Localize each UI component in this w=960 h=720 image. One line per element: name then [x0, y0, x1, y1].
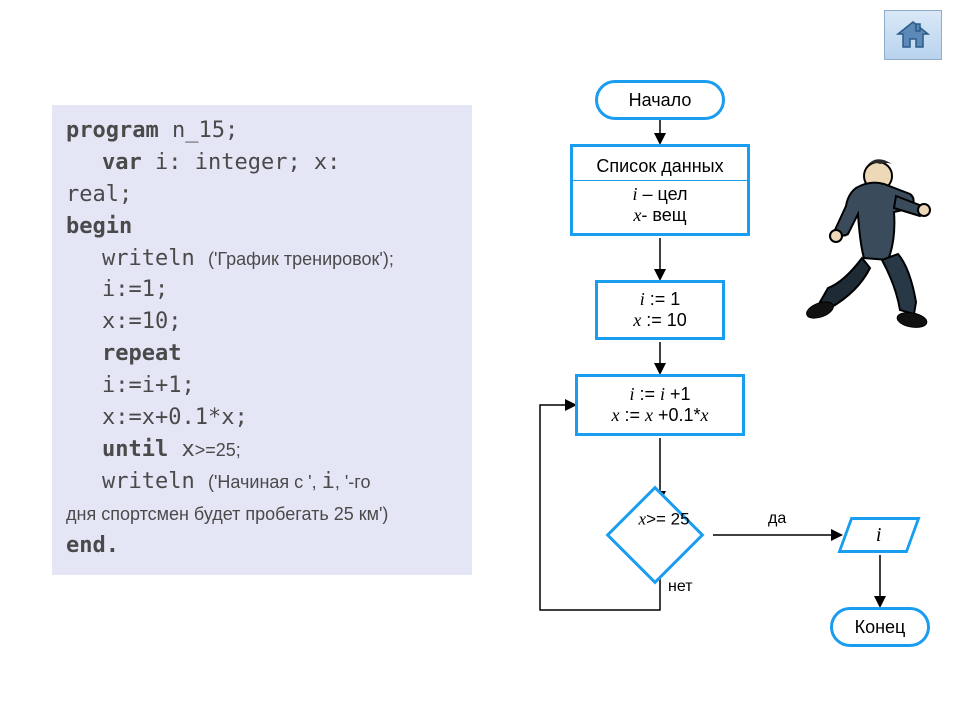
runner-image — [800, 150, 940, 340]
code-line-3: real; — [66, 179, 458, 211]
flow-decision-label: x>= 25 — [639, 509, 703, 529]
flow-end: Конец — [830, 607, 930, 647]
home-icon — [896, 20, 930, 50]
code-line-8: repeat — [66, 338, 458, 370]
flow-data-row1: i – цел — [632, 184, 687, 205]
flow-loop-row2: x := x +0.1*x — [611, 405, 708, 426]
code-panel: program n_15; var i: integer; x: real; b… — [52, 105, 472, 575]
flow-decision-wrap: x>= 25 — [620, 500, 690, 570]
flow-loop-body: i := i +1 x := x +0.1*x — [575, 374, 745, 436]
code-line-1: program n_15; — [66, 115, 458, 147]
code-line-6: i:=1; — [66, 274, 458, 306]
code-line-11: until x>=25; — [66, 434, 458, 466]
code-line-14: end. — [66, 530, 458, 562]
code-line-13: дня спортсмен будет пробегать 25 км') — [66, 498, 458, 530]
flow-decision: x>= 25 — [606, 486, 705, 585]
flow-data-title: Список данных — [596, 156, 723, 177]
code-line-5: writeln ('График тренировок'); — [66, 243, 458, 275]
flow-output: i — [837, 517, 920, 553]
code-line-9: i:=i+1; — [66, 370, 458, 402]
flow-data-row2: x- вещ — [633, 205, 686, 226]
code-line-12: writeln ('Начиная с ', i, '-го — [66, 466, 458, 498]
code-line-7: x:=10; — [66, 306, 458, 338]
flow-data-list: Список данных i – цел x- вещ — [570, 144, 750, 236]
flow-loop-row1: i := i +1 — [629, 384, 690, 405]
flow-end-label: Конец — [855, 617, 906, 638]
flow-no-label: нет — [668, 578, 693, 596]
code-line-10: x:=x+0.1*x; — [66, 402, 458, 434]
flow-start: Начало — [595, 80, 725, 120]
code-line-4: begin — [66, 211, 458, 243]
flow-yes-label: да — [768, 510, 786, 528]
code-line-2: var i: integer; x: — [66, 147, 458, 179]
flow-output-var: i — [876, 524, 882, 547]
flow-init-row1: i := 1 — [640, 289, 681, 310]
flow-start-label: Начало — [629, 90, 692, 111]
flow-output-wrap: i — [844, 517, 914, 553]
flow-init-row2: x := 10 — [633, 310, 687, 331]
home-button[interactable] — [884, 10, 942, 60]
flow-init: i := 1 x := 10 — [595, 280, 725, 340]
